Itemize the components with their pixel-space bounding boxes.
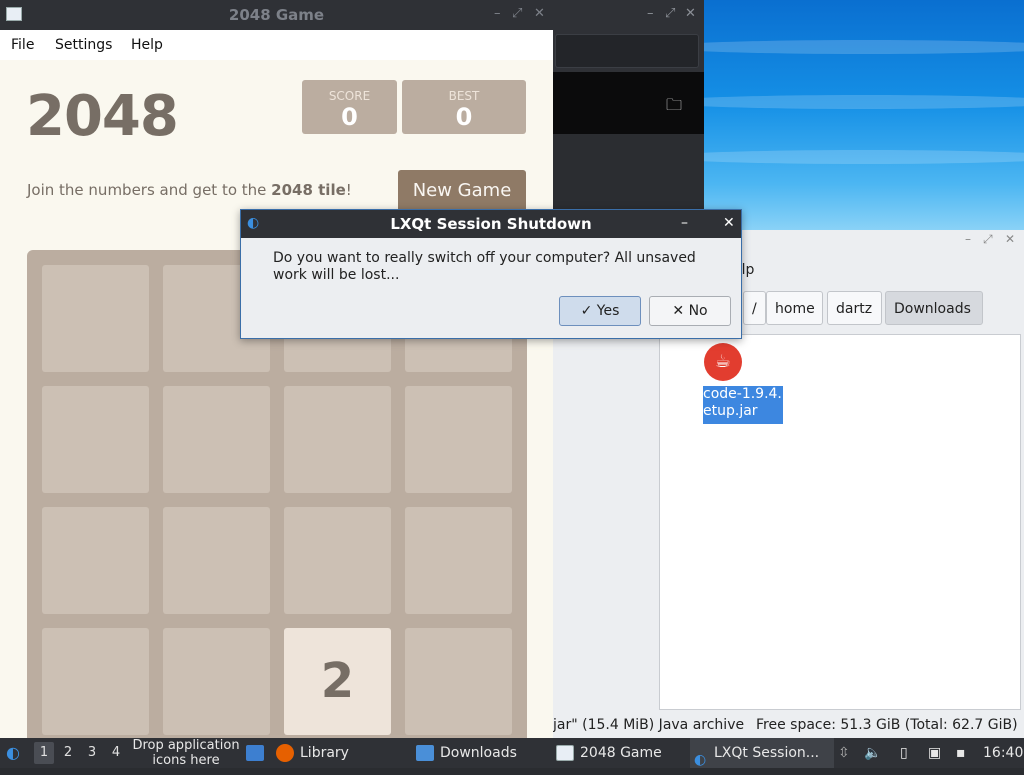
- task-2048-game[interactable]: 2048 Game: [556, 738, 662, 768]
- board-cell: [284, 507, 391, 614]
- close-icon[interactable]: ✕: [534, 6, 545, 21]
- desktop-wallpaper: [704, 0, 1024, 230]
- dialog-message: Do you want to really switch off your co…: [273, 250, 696, 283]
- board-cell: [284, 386, 391, 493]
- clipboard-icon[interactable]: ▯: [900, 738, 908, 768]
- dialog-title: LXQt Session Shutdown: [390, 215, 592, 233]
- best-label: BEST: [448, 89, 480, 103]
- minimize-icon[interactable]: –: [965, 232, 971, 246]
- breadcrumb-root[interactable]: /: [743, 291, 766, 325]
- board-cell: [405, 628, 512, 735]
- maximize-icon[interactable]: ⤢: [665, 6, 675, 21]
- best-value: 0: [455, 103, 473, 131]
- shutdown-dialog: ◐ LXQt Session Shutdown – ✕ Do you want …: [240, 209, 742, 339]
- address-field[interactable]: [555, 34, 699, 68]
- scroll-updown-icon[interactable]: ⇳: [838, 738, 850, 768]
- task-lxqt-session[interactable]: ◐ LXQt Session...: [690, 738, 834, 768]
- folder-icon: [416, 745, 434, 761]
- board-cell: [163, 507, 270, 614]
- file-name-line1: code-1.9.4.7: [703, 386, 783, 402]
- lxqt-logo-icon[interactable]: ◐: [6, 738, 20, 768]
- game-content: 2048 SCORE 0 BEST 0 Join the numbers and…: [0, 60, 553, 738]
- quicklaunch-hint: Drop application icons here: [132, 738, 240, 768]
- intro-bold: 2048 tile: [271, 181, 346, 199]
- board-cell: [163, 628, 270, 735]
- firefox-icon: [276, 744, 294, 762]
- best-box: BEST 0: [402, 80, 526, 134]
- check-icon: ✓: [580, 303, 597, 319]
- taskbar: ◐ 1 2 3 4 Drop application icons here Li…: [0, 738, 1024, 768]
- close-icon[interactable]: ✕: [1005, 232, 1015, 246]
- close-icon[interactable]: ✕: [685, 6, 696, 21]
- background-window-titlebar: – ⤢ ✕: [553, 0, 704, 30]
- clock[interactable]: 16:40: [983, 738, 1023, 768]
- task-2048-label: 2048 Game: [580, 745, 662, 761]
- new-game-button[interactable]: New Game: [398, 170, 526, 212]
- game-title: 2048: [26, 84, 179, 149]
- score-label: SCORE: [328, 89, 371, 103]
- notification-icon[interactable]: ▪: [956, 738, 966, 768]
- menu-settings[interactable]: Settings: [55, 37, 112, 53]
- menu-file[interactable]: File: [11, 37, 34, 53]
- status-bar: jar" (15.4 MiB) Java archive Free space:…: [553, 713, 1024, 738]
- status-free-space: Free space: 51.3 GiB (Total: 62.7 GiB): [756, 717, 1018, 733]
- board-cell: [42, 628, 149, 735]
- lxqt-logo-icon: ◐: [694, 752, 707, 768]
- file-name-line2: etup.jar: [703, 403, 758, 419]
- task-downloads-label: Downloads: [440, 745, 517, 761]
- breadcrumb-downloads[interactable]: Downloads: [885, 291, 983, 325]
- breadcrumb-dartz[interactable]: dartz: [827, 291, 882, 325]
- close-icon[interactable]: ✕: [723, 215, 735, 231]
- task-downloads[interactable]: Downloads: [416, 738, 517, 768]
- intro-text: Join the numbers and get to the: [27, 181, 272, 199]
- volume-icon[interactable]: 🔈: [864, 738, 881, 768]
- maximize-icon[interactable]: ⤢: [512, 6, 522, 21]
- yes-button[interactable]: ✓ Yes: [559, 296, 641, 326]
- game-titlebar: 2048 Game – ⤢ ✕: [0, 0, 553, 30]
- yes-label: Yes: [596, 303, 620, 319]
- folder-icon[interactable]: 🗀: [666, 94, 682, 121]
- score-box: SCORE 0: [302, 80, 397, 134]
- maximize-icon[interactable]: ⤢: [983, 232, 993, 247]
- desktop-3[interactable]: 3: [82, 742, 102, 764]
- menu-help[interactable]: Help: [131, 37, 163, 53]
- task-library-label: Library: [300, 745, 349, 761]
- minimize-icon[interactable]: –: [647, 6, 654, 21]
- game-window: 2048 Game – ⤢ ✕ File Settings Help 2048 …: [0, 0, 553, 738]
- board-cell: [42, 386, 149, 493]
- menu-bar: File Settings Help: [0, 30, 553, 60]
- no-button[interactable]: ✕ No: [649, 296, 731, 326]
- minimize-icon[interactable]: –: [494, 6, 501, 21]
- network-icon[interactable]: ▣: [928, 738, 941, 768]
- game-intro: Join the numbers and get to the 2048 til…: [27, 181, 352, 199]
- desktop-4[interactable]: 4: [106, 742, 126, 764]
- file-name-label[interactable]: code-1.9.4.7 etup.jar: [703, 386, 783, 420]
- intro-end: !: [345, 181, 352, 199]
- minimize-icon[interactable]: –: [681, 215, 688, 231]
- dialog-titlebar: ◐ LXQt Session Shutdown – ✕: [241, 210, 741, 238]
- x-icon: ✕: [672, 303, 689, 319]
- breadcrumb-home[interactable]: home: [766, 291, 823, 325]
- show-desktop-icon[interactable]: [246, 738, 270, 768]
- task-library[interactable]: Library: [276, 738, 349, 768]
- desktop-1[interactable]: 1: [34, 742, 54, 764]
- window-icon: [556, 745, 574, 761]
- board-cell: [42, 265, 149, 372]
- status-file-info: jar" (15.4 MiB) Java archive: [553, 717, 745, 733]
- board-cell: [42, 507, 149, 614]
- dark-panel: 🗀: [553, 72, 704, 134]
- task-lxqt-label: LXQt Session...: [714, 745, 820, 761]
- desktop-2[interactable]: 2: [58, 742, 78, 764]
- board-cell: [405, 507, 512, 614]
- board-cell: [163, 386, 270, 493]
- score-value: 0: [341, 103, 358, 131]
- tile-2: 2: [284, 628, 391, 735]
- board-cell: [405, 386, 512, 493]
- java-file-icon[interactable]: ☕: [704, 343, 742, 381]
- no-label: No: [688, 303, 708, 319]
- window-title: 2048 Game: [228, 6, 325, 24]
